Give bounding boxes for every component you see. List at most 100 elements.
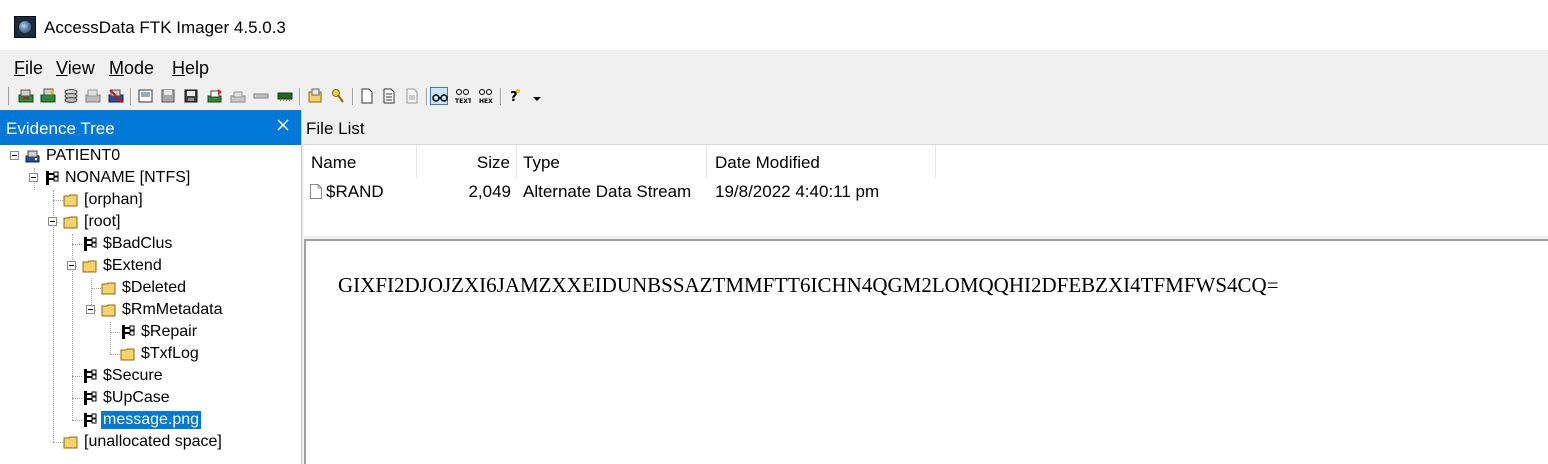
hex-view-icon[interactable]: HEX — [477, 87, 495, 105]
menu-help[interactable]: Help — [172, 58, 209, 79]
tree-item-repair[interactable]: $Repair — [0, 322, 300, 344]
help-icon[interactable]: ? — [506, 87, 524, 105]
tree-item-label: $Extend — [103, 257, 162, 274]
collapse-icon[interactable] — [86, 305, 95, 314]
toolbar-separator — [500, 88, 502, 105]
toolbar-separator — [426, 88, 428, 105]
folder-icon — [120, 346, 136, 362]
text-view-icon[interactable]: TEXT — [454, 87, 472, 105]
folder-icon — [101, 302, 117, 318]
stream-file-icon — [82, 412, 98, 428]
window-title: AccessData FTK Imager 4.5.0.3 — [44, 18, 286, 37]
folder-icon — [63, 192, 79, 208]
file-date-cell: 19/8/2022 4:40:11 pm — [715, 182, 880, 201]
file-list-panel: File List Name Size Type Date Modified $… — [304, 110, 1548, 236]
tree-item-label: PATIENT0 — [46, 147, 121, 164]
stream-file-icon — [120, 324, 136, 340]
new-document-icon[interactable] — [358, 87, 376, 105]
toolbar-separator — [130, 88, 132, 105]
collapse-icon[interactable] — [29, 173, 38, 182]
add-to-custom-content-icon[interactable] — [252, 87, 270, 105]
export-files-icon[interactable] — [206, 87, 224, 105]
image-mounting-icon[interactable] — [62, 87, 80, 105]
file-name-cell: $RAND — [326, 182, 384, 201]
tree-item-patient0[interactable]: PATIENT0 — [0, 146, 300, 168]
tree-item-noname-ntfs[interactable]: NONAME [NTFS] — [0, 168, 300, 190]
save-icon[interactable] — [182, 87, 200, 105]
evidence-tree-header: Evidence Tree — [0, 110, 301, 145]
column-header-size[interactable]: Size — [417, 145, 517, 178]
remove-all-evidence-icon[interactable] — [107, 87, 125, 105]
tree-item-label: $Deleted — [122, 279, 187, 296]
tree-item-deleted[interactable]: $Deleted — [0, 278, 300, 300]
collapse-icon[interactable] — [48, 217, 57, 226]
file-content-viewer[interactable]: GIXFI2DJOJZXI6JAMZXXEIDUNBSSAZTMMFTT6ICH… — [304, 239, 1548, 464]
toolbar-separator — [299, 88, 301, 105]
column-header-name[interactable]: Name — [304, 145, 417, 178]
tree-item-label: $BadClus — [103, 235, 173, 252]
file-list-title: File List — [306, 119, 365, 138]
toolbar-separator — [352, 88, 354, 105]
document-lines-icon[interactable] — [380, 87, 398, 105]
export-file-hash-icon[interactable] — [229, 87, 247, 105]
evidence-drive-icon — [25, 148, 41, 164]
tree-item-badclus[interactable]: $BadClus — [0, 234, 300, 256]
collapse-icon[interactable] — [10, 151, 19, 160]
file-size-cell: 2,049 — [468, 182, 511, 201]
folder-icon — [101, 280, 117, 296]
tree-item-label: $UpCase — [103, 389, 170, 406]
remove-evidence-icon[interactable] — [84, 87, 102, 105]
create-disk-image-icon[interactable] — [137, 87, 155, 105]
tree-item-message-png[interactable]: message.png — [0, 410, 300, 432]
evidence-tree: PATIENT0 NONAME [NTFS] [orphan] [root] $… — [0, 145, 301, 464]
detect-encryption-key-icon[interactable] — [329, 87, 347, 105]
menu-file[interactable]: File — [14, 58, 43, 79]
toolbar-overflow-chevron-down-icon[interactable] — [528, 87, 546, 105]
tree-item-txflog[interactable]: $TxfLog — [0, 344, 300, 366]
file-type-cell: Alternate Data Stream — [523, 182, 692, 201]
menu-mode[interactable]: Mode — [109, 58, 154, 79]
obtain-protected-files-icon[interactable] — [306, 87, 324, 105]
folder-icon — [63, 434, 79, 450]
stream-file-icon — [82, 368, 98, 384]
export-disk-image-icon[interactable] — [159, 87, 177, 105]
svg-text:TEXT: TEXT — [455, 98, 471, 104]
column-header-date-modified[interactable]: Date Modified — [707, 145, 936, 178]
svg-text:HEX: HEX — [479, 98, 493, 104]
tree-item-label: $Secure — [103, 367, 163, 384]
close-icon[interactable] — [274, 116, 292, 134]
file-icon — [310, 184, 322, 199]
folder-icon — [82, 258, 98, 274]
tree-item-label: $TxfLog — [141, 345, 199, 362]
tree-item-secure[interactable]: $Secure — [0, 366, 300, 388]
tree-item-extend[interactable]: $Extend — [0, 256, 300, 278]
tree-item-label: $RmMetadata — [122, 301, 223, 318]
tree-item-label: [unallocated space] — [84, 433, 222, 450]
add-all-evidence-icon[interactable] — [39, 87, 57, 105]
automatic-view-icon[interactable] — [430, 87, 448, 105]
document-properties-icon[interactable] — [403, 87, 421, 105]
tree-item-label-selected: message.png — [101, 411, 202, 429]
toolbar-grip[interactable] — [8, 87, 13, 105]
evidence-tree-title: Evidence Tree — [6, 119, 115, 138]
tree-item-unallocated-space[interactable]: [unallocated space] — [0, 432, 300, 454]
menu-view[interactable]: View — [56, 58, 95, 79]
memory-capture-icon[interactable] — [276, 87, 294, 105]
partition-icon — [44, 170, 60, 186]
tree-item-label: $Repair — [141, 323, 198, 340]
column-header-type[interactable]: Type — [517, 145, 707, 178]
stream-file-icon — [82, 390, 98, 406]
stream-file-icon — [82, 236, 98, 252]
viewer-content-text: GIXFI2DJOJZXI6JAMZXXEIDUNBSSAZTMMFTT6ICH… — [338, 273, 1279, 297]
tree-item-label: [root] — [84, 213, 121, 230]
folder-icon — [63, 214, 79, 230]
toolbar: TEXT HEX ? — [0, 84, 1548, 110]
title-bar: AccessData FTK Imager 4.5.0.3 — [0, 0, 1548, 50]
tree-item-orphan[interactable]: [orphan] — [0, 190, 300, 212]
tree-item-rmmetadata[interactable]: $RmMetadata — [0, 300, 300, 322]
tree-item-upcase[interactable]: $UpCase — [0, 388, 300, 410]
tree-item-root[interactable]: [root] — [0, 212, 300, 234]
collapse-icon[interactable] — [67, 261, 76, 270]
add-evidence-item-icon[interactable] — [17, 87, 35, 105]
evidence-tree-panel: Evidence Tree PATIENT0 NONAME [NTFS] [or… — [0, 110, 302, 464]
